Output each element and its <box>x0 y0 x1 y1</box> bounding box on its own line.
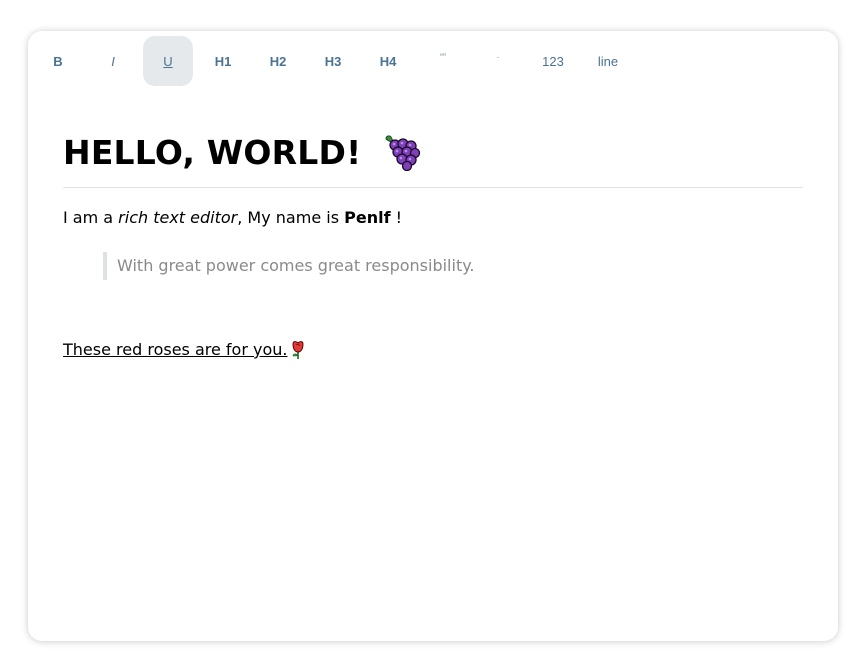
numbered-list-button[interactable]: 123 <box>528 36 578 86</box>
editor-content[interactable]: HELLO, WORLD! I am a rich text editor, M… <box>63 131 803 360</box>
grapes-icon <box>385 135 421 171</box>
editor-toolbar: B I U H1 H2 H3 H4 “” · 123 line <box>33 36 638 86</box>
heading1-button[interactable]: H1 <box>198 36 248 86</box>
bullet-list-button[interactable]: · <box>473 32 523 82</box>
bold-button[interactable]: B <box>33 36 83 86</box>
rose-icon <box>293 341 304 359</box>
heading-text: HELLO, WORLD! <box>63 132 362 172</box>
underlined-paragraph: These red roses are for you. <box>63 340 306 360</box>
italic-button[interactable]: I <box>88 36 138 86</box>
intro-middle: , My name is <box>237 208 345 227</box>
intro-paragraph: I am a rich text editor, My name is Penl… <box>63 208 803 228</box>
blockquote-button[interactable]: “” <box>418 32 468 82</box>
underlined-text: These red roses are for you. <box>63 340 288 359</box>
heading-row: HELLO, WORLD! <box>63 131 803 188</box>
intro-italic: rich text editor <box>118 208 238 227</box>
heading2-button[interactable]: H2 <box>253 36 303 86</box>
blockquote: With great power comes great responsibil… <box>103 252 803 280</box>
underline-button[interactable]: U <box>143 36 193 86</box>
intro-bold: Penlf <box>344 208 391 227</box>
heading4-button[interactable]: H4 <box>363 36 413 86</box>
heading3-button[interactable]: H3 <box>308 36 358 86</box>
intro-prefix: I am a <box>63 208 119 227</box>
intro-suffix: ! <box>390 208 403 227</box>
horizontal-line-button[interactable]: line <box>583 36 633 86</box>
editor-card: B I U H1 H2 H3 H4 “” · 123 line HELLO, W… <box>28 31 838 641</box>
